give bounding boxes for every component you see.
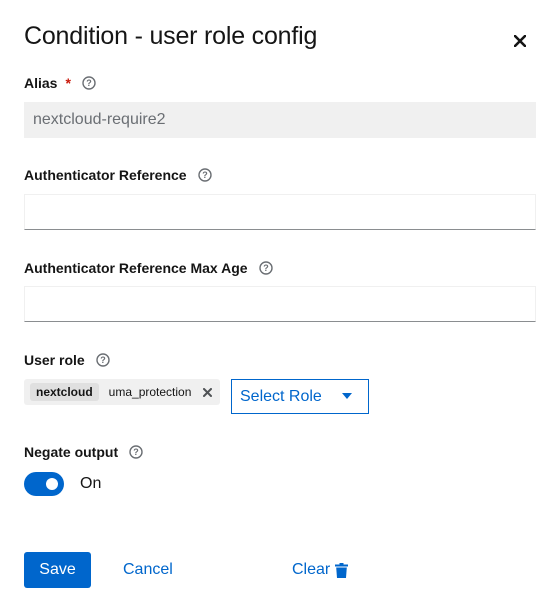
clear-label: Clear bbox=[292, 561, 331, 578]
close-button[interactable] bbox=[510, 31, 530, 51]
role-chip: uma_protection bbox=[108, 385, 192, 399]
help-icon[interactable]: ? bbox=[95, 352, 111, 368]
negate-label-row: Negate output ? bbox=[24, 444, 144, 460]
auth-ref-max-age-label: Authenticator Reference Max Age bbox=[24, 260, 248, 276]
user-role-label: User role bbox=[24, 352, 85, 368]
user-role-label-row: User role ? bbox=[24, 352, 111, 368]
help-icon[interactable]: ? bbox=[258, 260, 274, 276]
help-icon[interactable]: ? bbox=[81, 75, 97, 91]
svg-text:?: ? bbox=[202, 170, 208, 180]
help-icon[interactable]: ? bbox=[197, 167, 213, 183]
auth-ref-label: Authenticator Reference bbox=[24, 167, 187, 183]
negate-toggle-switch[interactable] bbox=[24, 472, 64, 496]
select-role-dropdown[interactable]: Select Role bbox=[231, 379, 369, 414]
auth-ref-input[interactable] bbox=[24, 194, 536, 230]
close-icon bbox=[202, 387, 212, 397]
alias-label: Alias bbox=[24, 75, 58, 91]
auth-ref-max-age-input[interactable] bbox=[24, 286, 536, 322]
role-chip-group: nextcloud uma_protection bbox=[24, 379, 221, 405]
auth-ref-max-age-label-row: Authenticator Reference Max Age ? bbox=[24, 260, 274, 276]
negate-state-label: On bbox=[80, 475, 102, 492]
clear-button[interactable]: Clear bbox=[292, 552, 349, 588]
alias-label-row: Alias * ? bbox=[24, 75, 97, 91]
alias-input[interactable]: nextcloud-require2 bbox=[24, 102, 536, 138]
select-role-placeholder: Select Role bbox=[240, 387, 322, 405]
chip-remove-button[interactable] bbox=[200, 385, 214, 399]
trash-icon bbox=[335, 562, 349, 578]
help-icon[interactable]: ? bbox=[128, 444, 144, 460]
auth-ref-label-row: Authenticator Reference ? bbox=[24, 167, 213, 183]
svg-text:?: ? bbox=[263, 263, 269, 273]
required-marker: * bbox=[65, 75, 71, 91]
svg-text:?: ? bbox=[100, 355, 106, 365]
caret-down-icon bbox=[342, 393, 352, 399]
chip-group-label: nextcloud bbox=[30, 383, 99, 401]
save-button[interactable]: Save bbox=[24, 552, 91, 588]
switch-knob bbox=[46, 478, 58, 490]
negate-label: Negate output bbox=[24, 444, 119, 460]
close-icon bbox=[514, 35, 526, 47]
svg-text:?: ? bbox=[86, 78, 92, 88]
modal-title: Condition - user role config bbox=[24, 22, 318, 50]
cancel-button[interactable]: Cancel bbox=[123, 552, 173, 588]
svg-text:?: ? bbox=[133, 447, 139, 457]
